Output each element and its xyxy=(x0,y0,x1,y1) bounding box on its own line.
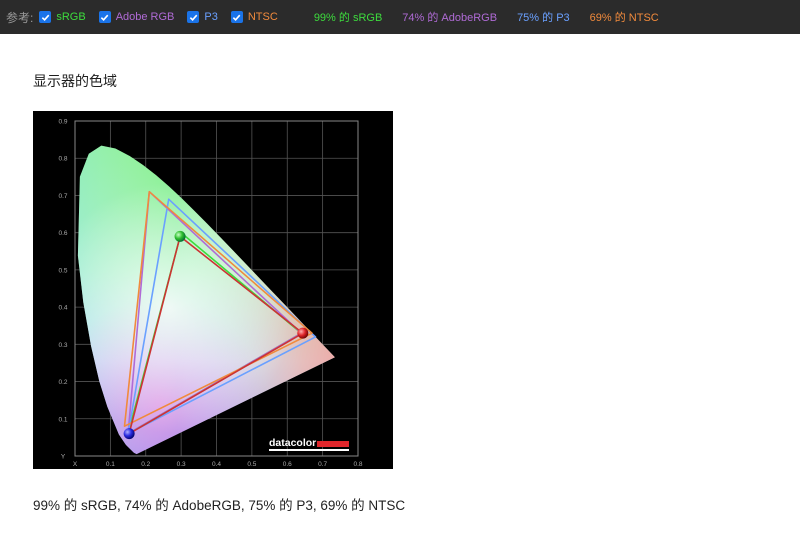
y-tick-label: Y xyxy=(61,454,66,461)
page-heading: 显示器的色域 xyxy=(33,73,117,89)
adobe-rgb-checkbox[interactable] xyxy=(98,11,111,23)
y-tick-label: 0.7 xyxy=(58,193,67,200)
y-tick-label: 0.1 xyxy=(58,416,67,423)
y-tick-label: 0.2 xyxy=(58,379,67,386)
srgb-checkbox[interactable] xyxy=(39,11,52,23)
option-adobe-rgb[interactable]: Adobe RGB xyxy=(98,11,175,23)
x-tick-label: 0.8 xyxy=(353,461,362,468)
y-tick-label: 0.9 xyxy=(58,119,67,126)
x-tick-label: 0.4 xyxy=(212,461,221,468)
spectral-locus xyxy=(77,145,335,455)
p3-label: P3 xyxy=(204,11,218,23)
option-ntsc[interactable]: NTSC xyxy=(230,11,278,23)
adobe-rgb-label: Adobe RGB xyxy=(115,11,175,23)
y-tick-label: 0.5 xyxy=(58,267,67,274)
option-p3[interactable]: P3 xyxy=(187,11,218,23)
x-tick-label: 0.3 xyxy=(177,461,186,468)
x-tick-label: 0.2 xyxy=(141,461,150,468)
gamut-chart-svg: X 0.1 0.2 0.3 0.4 0.5 0.6 0.7 0.8 Y 0.1 0.2 0.3 0.4 0.… xyxy=(58,119,362,469)
ntsc-coverage: 69% 的 NTSC xyxy=(589,12,659,24)
ntsc-label: NTSC xyxy=(247,11,278,23)
datacolor-logo: datacolor xyxy=(269,437,349,451)
reference-label: 参考: xyxy=(6,10,34,25)
p3-checkbox[interactable] xyxy=(187,11,200,23)
y-tick-label: 0.6 xyxy=(58,230,67,237)
y-tick-label: 0.3 xyxy=(58,342,67,349)
x-tick-label: 0.5 xyxy=(247,461,256,468)
x-tick-label: 0.1 xyxy=(106,461,115,468)
brand-text: datacolor xyxy=(269,437,316,449)
adobe-rgb-coverage: 74% 的 AdobeRGB xyxy=(402,12,498,24)
ntsc-checkbox[interactable] xyxy=(230,11,243,23)
p3-coverage: 75% 的 P3 xyxy=(517,12,570,24)
primary-marker-red xyxy=(297,327,309,339)
y-tick-label: 0.4 xyxy=(58,305,67,312)
option-srgb[interactable]: sRGB xyxy=(39,11,86,23)
x-tick-label: X xyxy=(73,461,78,468)
x-tick-label: 0.6 xyxy=(283,461,292,468)
x-tick-label: 0.7 xyxy=(318,461,327,468)
reference-bar: 参考: sRGB Adobe RGB P3 NTSC 99% 的 sRGB 74… xyxy=(0,0,800,34)
srgb-coverage: 99% 的 sRGB xyxy=(313,12,383,24)
srgb-label: sRGB xyxy=(56,11,86,23)
primary-marker-green xyxy=(174,230,186,242)
gamut-chart: X 0.1 0.2 0.3 0.4 0.5 0.6 0.7 0.8 Y 0.1 0.2 0.3 0.4 0.… xyxy=(33,111,393,469)
gamut-caption: 99% 的 sRGB, 74% 的 AdobeRGB, 75% 的 P3, 69… xyxy=(33,498,406,513)
primary-marker-blue xyxy=(123,428,135,440)
y-tick-label: 0.8 xyxy=(58,156,67,163)
